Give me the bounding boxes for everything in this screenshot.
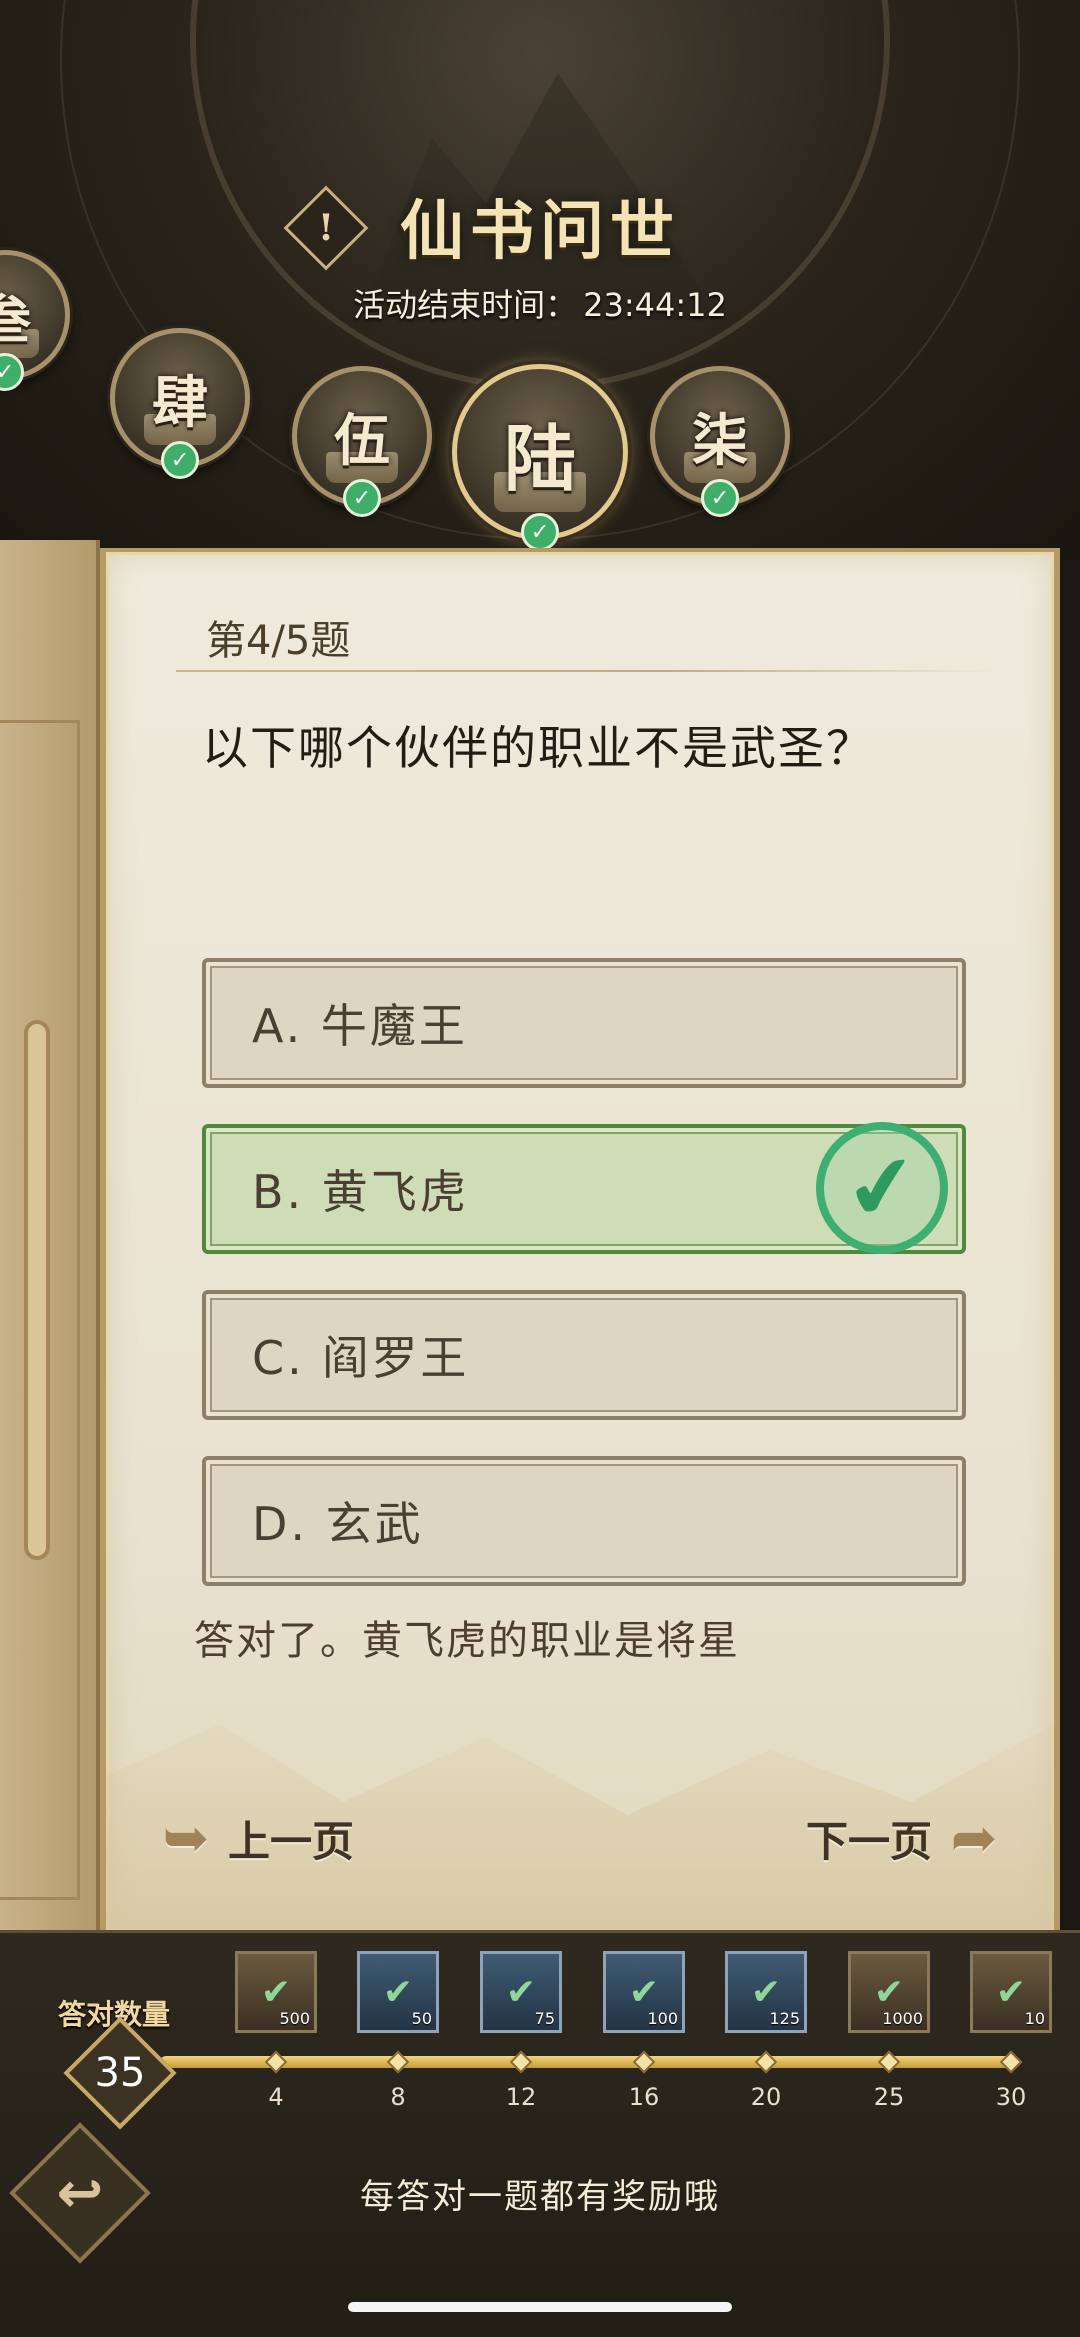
- reward-item-1[interactable]: ✔ 500: [235, 1951, 317, 2033]
- answer-feedback: 答对了。黄飞虎的职业是将星: [194, 1618, 740, 1664]
- scroll-icon: ✔: [505, 1971, 537, 2013]
- reward-icon: ✔: [873, 1971, 905, 2013]
- prev-page-button[interactable]: ➥ 上一页: [156, 1806, 355, 1871]
- chapter-6-button[interactable]: 陆 ✓: [452, 364, 628, 551]
- scroll-icon: ✔: [628, 1971, 660, 2013]
- check-icon: ✓: [0, 353, 24, 391]
- reward-item-3[interactable]: ✔ 75: [480, 1951, 562, 2033]
- milestone-node: [386, 2050, 410, 2074]
- milestone-label: 25: [873, 2083, 905, 2111]
- chapter-5-button[interactable]: 伍 ✓: [292, 366, 432, 517]
- scroll-icon: ✔: [750, 1971, 782, 2013]
- correct-check-icon: ✔: [807, 1113, 957, 1263]
- option-a[interactable]: A. 牛魔王: [202, 958, 966, 1088]
- scroll-icon: ✔: [382, 1971, 414, 2013]
- reward-tip: 每答对一题都有奖励哦: [360, 2177, 720, 2217]
- option-c[interactable]: C. 阎罗王: [202, 1290, 966, 1420]
- prev-page-label: 上一页: [228, 1817, 355, 1866]
- milestone-node: [999, 2050, 1023, 2074]
- scroll-side-panel: [0, 540, 100, 1940]
- arrow-left-icon: ➥: [162, 1806, 210, 1871]
- option-b[interactable]: B. 黄飞虎 ✔: [202, 1113, 966, 1263]
- check-icon: ✓: [343, 479, 381, 517]
- header-banner: ! 仙书问世 活动结束时间： 23:44:12 叁 ✓ 肆 ✓ 伍 ✓ 陆 ✓ 柒…: [0, 0, 1080, 560]
- end-time-value: 23:44:12: [583, 286, 727, 324]
- option-d-label: D. 玄武: [252, 1497, 424, 1551]
- home-indicator[interactable]: [348, 2302, 732, 2312]
- check-icon: ✓: [161, 441, 199, 479]
- question-number: 第4/5题: [206, 618, 351, 664]
- reward-item-4[interactable]: ✔ 100: [603, 1951, 685, 2033]
- milestone-label: 8: [390, 2083, 406, 2111]
- milestone-node: [754, 2050, 778, 2074]
- question-card: 第4/5题 以下哪个伙伴的职业不是武圣？ A. 牛魔王 B. 黄飞虎 ✔ C. …: [100, 548, 1060, 1938]
- next-page-label: 下一页: [806, 1817, 933, 1866]
- reward-item-7[interactable]: ✔ 10: [970, 1951, 1052, 2033]
- milestone-label: 4: [268, 2083, 284, 2111]
- milestone-label: 30: [995, 2083, 1027, 2111]
- end-time-label: 活动结束时间：: [353, 286, 578, 324]
- next-page-button[interactable]: 下一页 ➦: [806, 1806, 1004, 1871]
- chapter-7-button[interactable]: 柒 ✓: [650, 366, 790, 517]
- milestone-node: [264, 2050, 288, 2074]
- herb-icon: ✔: [995, 1971, 1027, 2013]
- arrow-right-icon: ➦: [950, 1806, 998, 1871]
- question-text: 以下哪个伙伴的职业不是武圣？: [202, 721, 874, 775]
- scroll-handle[interactable]: [24, 1020, 50, 1560]
- milestone-node: [632, 2050, 656, 2074]
- divider: [176, 670, 996, 672]
- reward-item-5[interactable]: ✔ 125: [725, 1951, 807, 2033]
- end-time: 活动结束时间： 23:44:12: [0, 280, 1080, 326]
- milestone-label: 20: [750, 2083, 782, 2111]
- chapter-4-button[interactable]: 肆 ✓: [110, 328, 250, 479]
- decor-mountains: [106, 1724, 1054, 1932]
- option-c-label: C. 阎罗王: [252, 1331, 470, 1385]
- option-b-label: B. 黄飞虎: [252, 1165, 469, 1219]
- milestone-node: [509, 2050, 533, 2074]
- reward-bar: 答对数量 ✔ 500 ✔ 50 ✔ 75 ✔ 100 ✔ 125 ✔ 1000 …: [0, 1930, 1080, 2337]
- reward-item-6[interactable]: ✔ 1000: [848, 1951, 930, 2033]
- reward-item-2[interactable]: ✔ 50: [357, 1951, 439, 2033]
- correct-count-value: 35: [94, 2050, 146, 2096]
- event-title: 仙书问世: [400, 194, 680, 269]
- milestone-label: 16: [628, 2083, 660, 2111]
- milestone-node: [877, 2050, 901, 2074]
- option-d[interactable]: D. 玄武: [202, 1456, 966, 1586]
- milestone-label: 12: [505, 2083, 537, 2111]
- reward-icon: ✔: [260, 1971, 292, 2013]
- option-a-label: A. 牛魔王: [252, 999, 468, 1053]
- check-icon: ✓: [521, 513, 559, 551]
- check-icon: ✓: [701, 479, 739, 517]
